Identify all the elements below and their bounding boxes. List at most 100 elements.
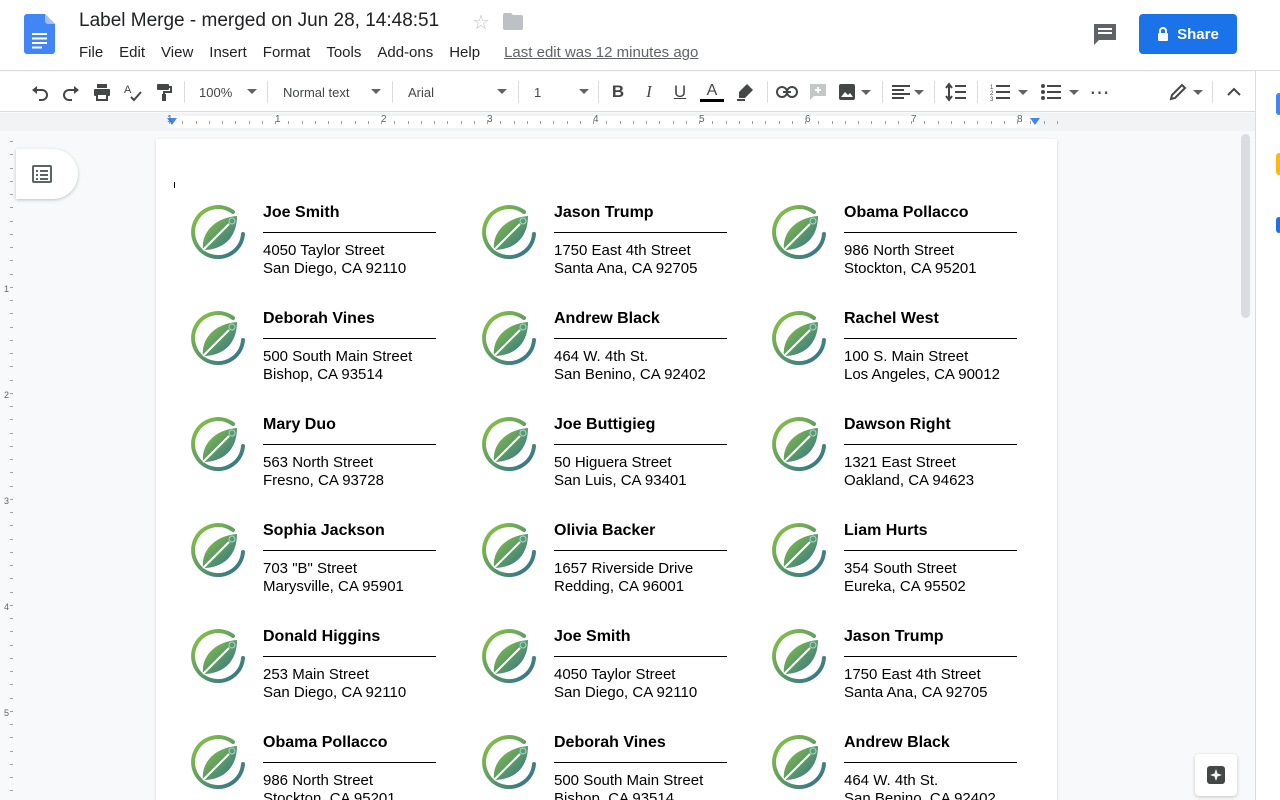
document-title[interactable]: Label Merge - merged on Jun 28, 14:48:51 <box>79 10 439 32</box>
style-select[interactable]: Normal text <box>283 81 381 103</box>
insert-image-icon[interactable] <box>836 80 872 104</box>
undo-icon[interactable] <box>28 80 52 104</box>
document-outline-button[interactable] <box>16 149 78 199</box>
more-options-icon[interactable]: ⋯ <box>1088 80 1112 104</box>
address-label[interactable]: Donald Higgins 253 Main Street San Diego, … <box>189 628 449 728</box>
ruler-tick <box>474 121 475 124</box>
zoom-select[interactable]: 100% <box>199 81 257 103</box>
underline-icon[interactable]: U <box>668 80 692 104</box>
leaf-logo-icon <box>480 628 538 686</box>
font-size-select[interactable]: 1 <box>534 81 589 103</box>
right-indent-marker[interactable] <box>1030 118 1040 125</box>
keep-addon-icon[interactable] <box>1276 153 1280 175</box>
toolbar-divider <box>934 81 935 103</box>
address-label[interactable]: Mary Duo 563 North Street Fresno, CA 93728 <box>189 416 449 516</box>
ruler-tick <box>196 121 197 124</box>
explore-button[interactable] <box>1195 754 1237 796</box>
menu-help[interactable]: Help <box>441 44 488 62</box>
ruler-tick <box>805 121 806 124</box>
numbered-list-icon[interactable]: 123 <box>988 80 1030 104</box>
calendar-addon-icon[interactable] <box>1276 93 1280 115</box>
leaf-logo-icon <box>189 204 247 262</box>
address-label[interactable]: Sophia Jackson 703 "B" Street Marysville, … <box>189 522 449 622</box>
ruler-tick <box>938 121 939 124</box>
print-icon[interactable] <box>90 80 114 104</box>
address-label[interactable]: Rachel West 100 S. Main Street Los Angeles… <box>770 310 1030 410</box>
tasks-addon-icon[interactable] <box>1276 217 1280 233</box>
menu-insert[interactable]: Insert <box>201 44 255 62</box>
address-label[interactable]: Deborah Vines 500 South Main Street Bishop… <box>189 310 449 410</box>
menu-edit[interactable]: Edit <box>111 44 153 62</box>
ruler-number: 4 <box>4 602 10 612</box>
last-edit-link[interactable]: Last edit was 12 minutes ago <box>504 44 698 62</box>
menu-bar: File Edit View Insert Format Tools Add-o… <box>71 44 698 62</box>
font-select[interactable]: Arial <box>408 81 507 103</box>
ruler-tick <box>10 141 13 142</box>
city-state-zip: Bishop, CA 93514 <box>263 366 384 383</box>
text-color-icon[interactable]: A <box>699 80 725 104</box>
share-button[interactable]: Share <box>1139 14 1237 54</box>
ruler-tick <box>10 764 13 765</box>
street-address: 703 "B" Street <box>263 560 358 577</box>
folder-icon[interactable] <box>502 12 524 32</box>
address-label[interactable]: Olivia Backer 1657 Riverside Drive Redding… <box>480 522 740 622</box>
address-label[interactable]: Dawson Right 1321 East Street Oakland, CA … <box>770 416 1030 516</box>
ruler-tick <box>580 121 581 124</box>
leaf-logo-icon <box>480 522 538 580</box>
street-address: 464 W. 4th St. <box>844 772 939 789</box>
chevron-down-icon <box>1069 89 1079 95</box>
ruler-tick <box>633 121 634 124</box>
menu-format[interactable]: Format <box>255 44 319 62</box>
bold-icon[interactable]: B <box>606 80 630 104</box>
recipient-name: Liam Hurts <box>844 522 928 539</box>
ruler-tick <box>10 207 13 208</box>
ruler-tick <box>10 274 13 275</box>
city-state-zip: San Benino, CA 92402 <box>844 790 996 800</box>
star-icon[interactable]: ☆ <box>472 12 490 34</box>
address-label[interactable]: Andrew Black 464 W. 4th St. San Benino, CA… <box>480 310 740 410</box>
ruler-tick <box>10 194 13 195</box>
ruler-tick <box>739 121 740 124</box>
address-label[interactable]: Jason Trump 1750 East 4th Street Santa Ana… <box>770 628 1030 728</box>
redo-icon[interactable] <box>59 80 83 104</box>
name-divider <box>263 550 436 551</box>
editing-mode-icon[interactable] <box>1168 80 1204 104</box>
align-icon[interactable] <box>891 80 925 104</box>
menu-tools[interactable]: Tools <box>318 44 369 62</box>
ruler-tick <box>646 121 647 124</box>
address-label[interactable]: Joe Smith 4050 Taylor Street San Diego, CA… <box>189 204 449 304</box>
name-divider <box>844 550 1017 551</box>
highlight-icon[interactable] <box>733 80 757 104</box>
spellcheck-icon[interactable]: A <box>121 80 145 104</box>
paint-format-icon[interactable] <box>152 80 176 104</box>
address-label[interactable]: Liam Hurts 354 South Street Eureka, CA 955… <box>770 522 1030 622</box>
comment-history-icon[interactable] <box>1092 22 1118 46</box>
address-label[interactable]: Jason Trump 1750 East 4th Street Santa Ana… <box>480 204 740 304</box>
horizontal-ruler[interactable]: 1 1 2 3 4 5 6 7 8 <box>0 113 1255 131</box>
ruler-tick <box>10 737 13 738</box>
menu-file[interactable]: File <box>71 44 111 62</box>
menu-view[interactable]: View <box>153 44 201 62</box>
menu-addons[interactable]: Add-ons <box>369 44 441 62</box>
ruler-tick <box>394 121 395 124</box>
line-spacing-icon[interactable] <box>944 80 968 104</box>
address-label[interactable]: Obama Pollacco 986 North Street Stockton, … <box>189 734 449 800</box>
ruler-tick <box>408 121 409 124</box>
street-address: 253 Main Street <box>263 666 369 683</box>
address-label[interactable]: Obama Pollacco 986 North Street Stockton, … <box>770 204 1030 304</box>
address-label[interactable]: Joe Buttigieg 50 Higuera Street San Luis, … <box>480 416 740 516</box>
link-icon[interactable] <box>775 80 799 104</box>
italic-icon[interactable]: I <box>637 80 661 104</box>
street-address: 1750 East 4th Street <box>554 242 691 259</box>
scrollbar-thumb[interactable] <box>1241 134 1250 318</box>
address-label[interactable]: Deborah Vines 500 South Main Street Bishop… <box>480 734 740 800</box>
add-comment-icon[interactable] <box>806 80 830 104</box>
bulleted-list-icon[interactable] <box>1039 80 1081 104</box>
docs-logo-icon[interactable] <box>24 14 55 54</box>
collapse-menus-icon[interactable] <box>1222 80 1246 104</box>
ruler-tick <box>10 671 13 672</box>
address-label[interactable]: Joe Smith 4050 Taylor Street San Diego, CA… <box>480 628 740 728</box>
vertical-ruler[interactable]: 1 2 3 4 5 <box>0 131 16 800</box>
address-label[interactable]: Andrew Black 464 W. 4th St. San Benino, CA… <box>770 734 1030 800</box>
leaf-logo-icon <box>770 522 828 580</box>
